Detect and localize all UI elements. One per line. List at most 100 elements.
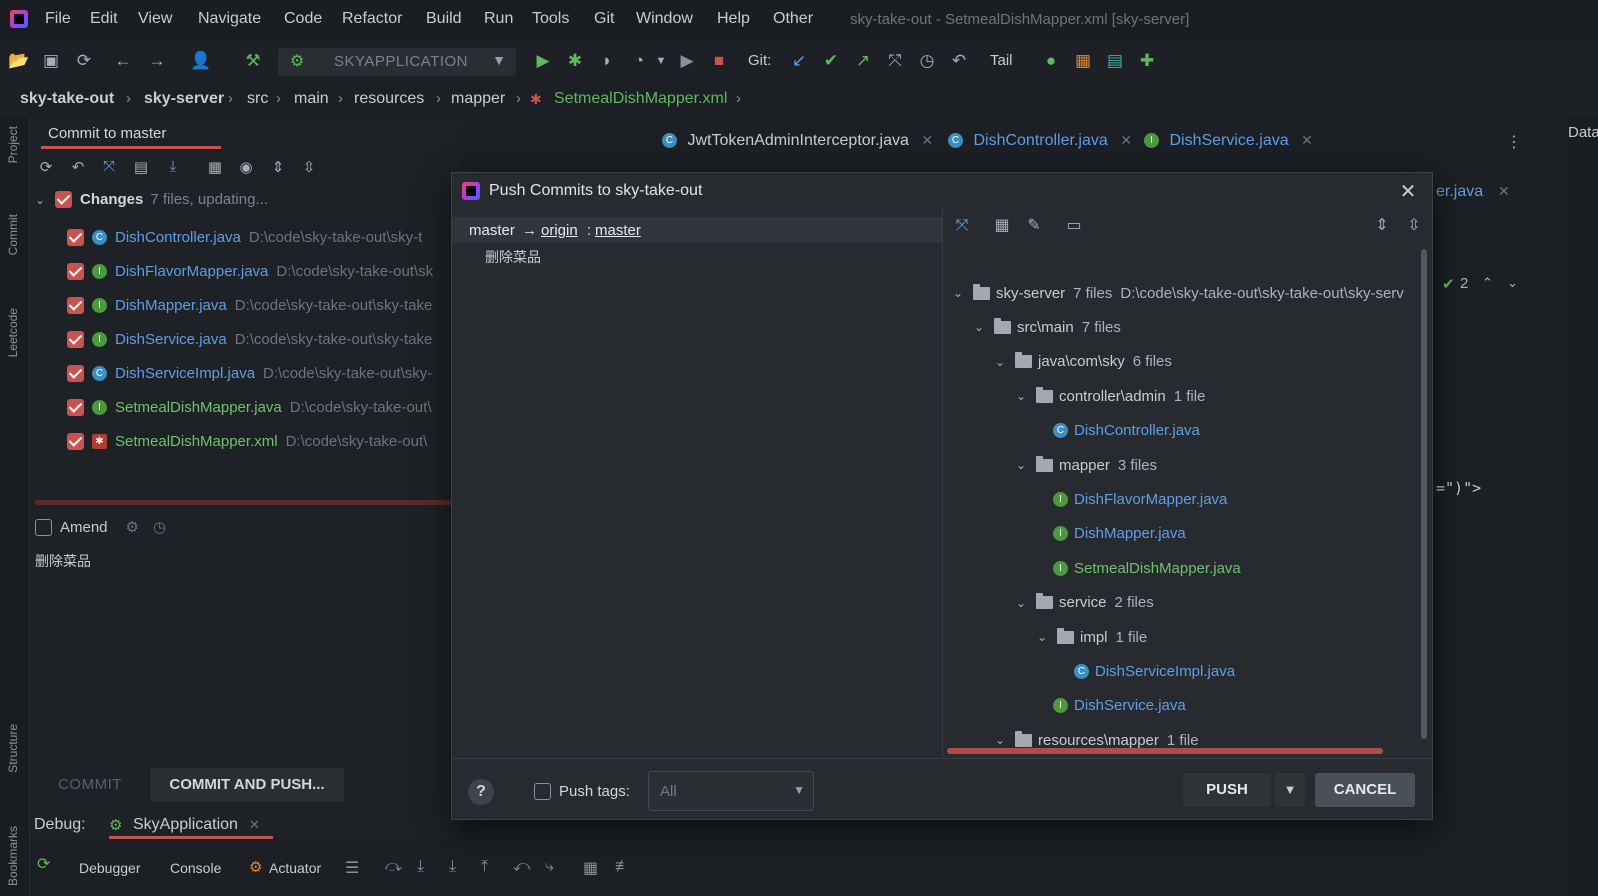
more-run-chevron-icon[interactable]: ▼ xyxy=(650,50,672,72)
file-checkbox[interactable] xyxy=(67,296,84,314)
tree-file-row[interactable]: I SetmealDishMapper.java xyxy=(1035,556,1241,580)
coverage-icon[interactable]: ◗ xyxy=(596,50,618,72)
group-by-icon[interactable]: ▦ xyxy=(205,158,225,178)
tree-file-row[interactable]: I DishMapper.java xyxy=(1035,522,1186,546)
horizontal-scrollbar[interactable] xyxy=(947,748,1383,754)
breadcrumb-item[interactable]: sky-server xyxy=(144,90,224,108)
close-tab-icon[interactable]: ✕ xyxy=(1498,183,1510,200)
help-button[interactable]: ? xyxy=(468,779,494,805)
menu-help[interactable]: Help xyxy=(717,10,750,28)
back-icon[interactable]: ← xyxy=(112,50,134,72)
changes-checkbox[interactable] xyxy=(55,191,72,208)
amend-row[interactable]: Amend ⚙ ◷ xyxy=(35,518,166,536)
horizontal-scrollbar[interactable] xyxy=(35,500,455,505)
git-merge-icon[interactable]: ⤧ xyxy=(884,50,906,72)
chevron-down-icon[interactable]: ⌄ xyxy=(951,286,965,300)
menu-refactor[interactable]: Refactor xyxy=(342,10,402,28)
menu-navigate[interactable]: Navigate xyxy=(198,10,261,28)
step-over-icon[interactable]: ⤼ xyxy=(385,858,402,876)
menu-window[interactable]: Window xyxy=(636,10,693,28)
menu-view[interactable]: View xyxy=(138,10,172,28)
debug-bug-icon[interactable]: ✱ xyxy=(564,50,586,72)
step-into-icon[interactable]: ⤓ xyxy=(417,858,424,876)
database-tool-icon[interactable]: ▤ xyxy=(1104,50,1126,72)
changed-file-row[interactable]: ✱ SetmealDishMapper.xml D:\code\sky-take… xyxy=(67,429,461,453)
puzzle-plugin-icon[interactable]: ✚ xyxy=(1136,50,1158,72)
debug-session-tab[interactable]: SkyApplication xyxy=(133,816,238,834)
tool-window-commit[interactable]: Commit xyxy=(6,214,20,255)
run-config-select[interactable]: ⚙ SKYAPPLICATION ▼ xyxy=(278,48,516,76)
group-by-icon[interactable]: ▦ xyxy=(991,215,1013,237)
vertical-scrollbar[interactable] xyxy=(1421,249,1427,739)
drop-frame-icon[interactable]: ⤺ xyxy=(513,858,530,876)
tool-window-bookmarks[interactable]: Bookmarks xyxy=(6,826,20,886)
menu-file[interactable]: File xyxy=(45,10,71,28)
chevron-down-icon[interactable]: ⌄ xyxy=(35,193,49,207)
commit-button[interactable]: COMMIT xyxy=(35,768,145,802)
push-button[interactable]: PUSH xyxy=(1183,773,1271,807)
grid-plugin-icon[interactable]: ▦ xyxy=(1072,50,1094,72)
menu-lines-icon[interactable]: ☰ xyxy=(345,858,359,878)
tool-window-database[interactable]: Data xyxy=(1568,124,1598,141)
resume-icon[interactable]: ▶ xyxy=(676,50,698,72)
cancel-button[interactable]: CANCEL xyxy=(1315,773,1415,807)
file-checkbox[interactable] xyxy=(67,364,84,382)
expand-all-icon[interactable]: ⇕ xyxy=(1371,215,1393,237)
build-hammer-icon[interactable]: ⚒ xyxy=(242,50,264,72)
git-push-icon[interactable]: ↗ xyxy=(852,50,874,72)
commit-entry[interactable]: 删除菜品 xyxy=(485,247,541,267)
close-tab-icon[interactable]: ✕ xyxy=(921,132,933,148)
remote-link[interactable]: origin xyxy=(541,222,578,239)
chevron-down-icon[interactable]: ⌄ xyxy=(1014,596,1028,610)
edit-source-icon[interactable]: ✎ xyxy=(1023,215,1045,237)
menu-other[interactable]: Other xyxy=(773,10,813,28)
chevron-down-icon[interactable]: ⌄ xyxy=(1014,389,1028,403)
changed-file-row[interactable]: I DishService.java D:\code\sky-take-out\… xyxy=(67,327,461,351)
breadcrumb-item[interactable]: sky-take-out xyxy=(20,90,114,108)
close-icon[interactable]: ✕ xyxy=(1396,179,1420,204)
forward-icon[interactable]: → xyxy=(146,50,168,72)
history-icon[interactable]: ◷ xyxy=(916,50,938,72)
target-branch-link[interactable]: master xyxy=(595,222,641,239)
push-tags-option[interactable]: Push tags: xyxy=(534,783,630,800)
breadcrumb-item[interactable]: main xyxy=(294,90,329,108)
tree-folder-row[interactable]: ⌄ controller\admin 1 file xyxy=(1014,384,1205,408)
debugger-tab[interactable]: Debugger xyxy=(79,860,141,876)
breadcrumb-item[interactable]: src xyxy=(247,90,268,108)
user-icon[interactable]: 👤 xyxy=(190,50,212,72)
refresh-icon[interactable]: ⟳ xyxy=(36,158,56,178)
changed-file-row[interactable]: C DishServiceImpl.java D:\code\sky-take-… xyxy=(67,361,461,385)
rollback-icon[interactable]: ↶ xyxy=(68,158,88,178)
tree-folder-row[interactable]: ⌄ service 2 files xyxy=(1014,591,1154,615)
tree-file-row[interactable]: C DishServiceImpl.java xyxy=(1056,659,1235,683)
chevron-up-icon[interactable]: ⌃ xyxy=(1482,275,1493,291)
push-options-chevron-icon[interactable]: ▼ xyxy=(1275,773,1305,807)
tree-folder-row[interactable]: ⌄ mapper 3 files xyxy=(1014,453,1157,477)
menu-build[interactable]: Build xyxy=(426,10,462,28)
file-checkbox[interactable] xyxy=(67,398,84,416)
close-tab-icon[interactable]: ✕ xyxy=(249,817,260,833)
actuator-tab[interactable]: Actuator xyxy=(269,860,321,876)
chevron-down-icon[interactable]: ⌄ xyxy=(1014,458,1028,472)
editor-tab[interactable]: C DishController.java ✕ xyxy=(948,132,1132,150)
file-checkbox[interactable] xyxy=(67,262,84,280)
force-step-into-icon[interactable]: ⤓ xyxy=(449,858,456,876)
file-checkbox[interactable] xyxy=(67,228,84,246)
push-tags-checkbox[interactable] xyxy=(534,783,551,800)
chevron-down-icon[interactable]: ⌄ xyxy=(993,733,1007,747)
tool-window-structure[interactable]: Structure xyxy=(6,724,20,773)
update-project-icon[interactable]: ⤧ xyxy=(99,158,119,178)
changelist-icon[interactable]: ▤ xyxy=(131,158,151,178)
git-update-icon[interactable]: ↙ xyxy=(788,50,810,72)
close-tab-icon[interactable]: ✕ xyxy=(1301,132,1313,148)
commit-options-gear-icon[interactable]: ⚙ xyxy=(126,518,139,536)
sync-icon[interactable]: ⟳ xyxy=(73,50,95,72)
tree-file-row[interactable]: C DishController.java xyxy=(1035,419,1200,443)
tool-window-project[interactable]: Project xyxy=(6,126,20,163)
menu-edit[interactable]: Edit xyxy=(90,10,118,28)
changed-file-row[interactable]: C DishController.java D:\code\sky-take-o… xyxy=(67,225,461,249)
close-tab-icon[interactable]: ✕ xyxy=(1120,132,1132,148)
amend-checkbox[interactable] xyxy=(35,518,52,536)
profile-icon[interactable]: ◔ xyxy=(628,50,650,72)
trace-icon[interactable]: ≢ xyxy=(615,858,631,876)
